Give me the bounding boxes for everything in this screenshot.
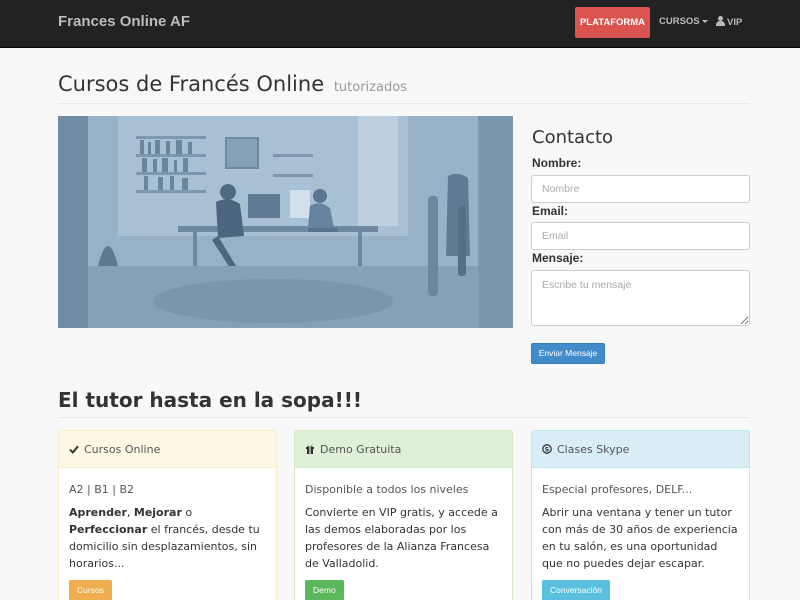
panel-title: Demo Gratuita <box>320 443 402 456</box>
text-strong-mejorar: Mejorar <box>133 506 182 519</box>
gift-icon <box>306 445 314 454</box>
panel-text: Abrir una ventana y tener un tutor con m… <box>542 506 738 570</box>
panel-cursos-online: Cursos Online A2 | B1 | B2 Aprender, Mej… <box>58 430 277 600</box>
panel-subtitle: A2 | B1 | B2 <box>69 483 135 496</box>
panel-heading: Demo Gratuita <box>295 431 512 468</box>
brand-link[interactable]: Frances Online AF <box>58 13 190 30</box>
page-title: Cursos de Francés Online tutorizados <box>58 72 407 96</box>
caret-down-icon <box>701 19 708 23</box>
svg-text:S: S <box>545 445 550 453</box>
nav-plataforma-button[interactable]: PLATAFORMA <box>575 7 650 38</box>
skype-icon: S <box>542 444 552 454</box>
section-title: El tutor hasta en la sopa!!! <box>58 388 362 412</box>
navbar: Frances Online AF PLATAFORMA CURSOS VIP <box>0 0 800 48</box>
panel-clases-skype: S Clases Skype Especial profesores, DELF.… <box>531 430 750 600</box>
nombre-label: Nombre: <box>532 156 582 170</box>
panel-heading: Cursos Online <box>59 431 276 468</box>
hero-image <box>58 116 513 328</box>
nav-cursos-label: CURSOS <box>659 16 700 27</box>
panel-text: Aprender, Mejorar o Perfeccionar el fran… <box>69 504 266 572</box>
text-strong-aprender: Aprender <box>69 506 127 519</box>
email-label: Email: <box>532 204 569 218</box>
mensaje-label: Mensaje: <box>532 251 584 265</box>
panel-text: Convierte en VIP gratis, y accede a las … <box>305 506 498 570</box>
text-sep: , <box>126 506 134 519</box>
nav-vip-link[interactable]: VIP <box>716 16 742 28</box>
text-strong-perfeccionar: Perfeccionar <box>69 523 148 536</box>
panel-heading: S Clases Skype <box>532 431 749 468</box>
text-sep: o <box>181 506 193 519</box>
panel-demo-gratuita: Demo Gratuita Disponible a todos los niv… <box>294 430 513 600</box>
check-icon <box>69 445 79 454</box>
panel-subtitle: Especial profesores, DELF... <box>542 483 693 496</box>
demo-button[interactable]: Demo <box>305 580 344 600</box>
nav-cursos-dropdown[interactable]: CURSOS <box>659 16 708 27</box>
nombre-input[interactable] <box>531 175 750 203</box>
panel-title: Clases Skype <box>557 443 630 456</box>
panel-subtitle: Disponible a todos los niveles <box>305 483 469 496</box>
page-title-main: Cursos de Francés Online <box>58 72 325 96</box>
divider <box>58 103 750 104</box>
mensaje-textarea[interactable] <box>531 270 750 326</box>
user-icon <box>716 16 725 26</box>
panel-title: Cursos Online <box>84 443 161 456</box>
enviar-mensaje-button[interactable]: Enviar Mensaje <box>531 343 605 364</box>
divider <box>58 417 750 418</box>
contact-title: Contacto <box>532 127 614 148</box>
email-input[interactable] <box>531 222 750 250</box>
conversacion-button[interactable]: Conversación <box>542 580 610 600</box>
cursos-button[interactable]: Cursos <box>69 580 112 600</box>
page-title-small: tutorizados <box>333 80 407 95</box>
nav-vip-label: VIP <box>727 17 743 28</box>
